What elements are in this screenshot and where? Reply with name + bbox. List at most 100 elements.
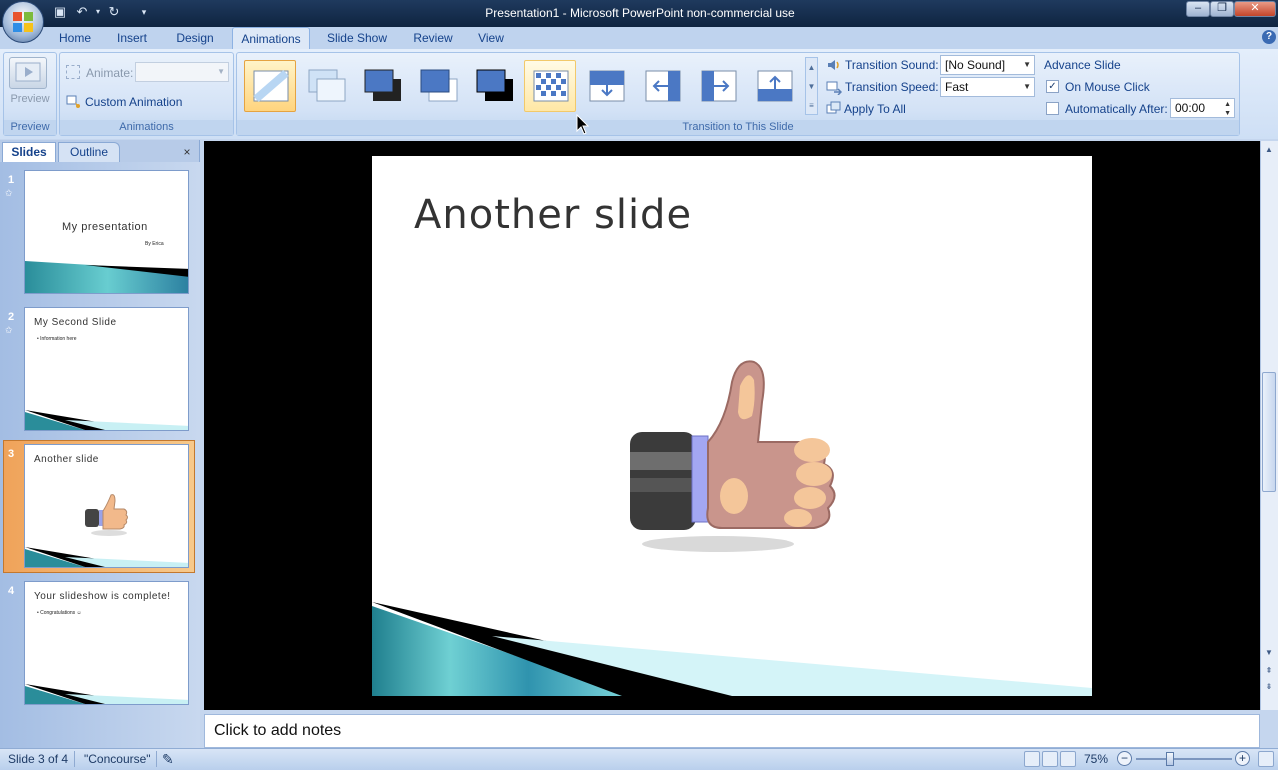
status-divider	[156, 751, 157, 767]
apply-to-all-button[interactable]: Apply To All	[844, 102, 906, 116]
fade-smoothly-icon	[308, 69, 346, 102]
tab-design[interactable]: Design	[168, 27, 222, 49]
notes-placeholder[interactable]: Click to add notes	[214, 720, 341, 742]
transition-cut[interactable]	[412, 60, 464, 112]
thumbnail-bullet: • Congratulations ☺	[37, 610, 82, 616]
fade-through-black-icon	[364, 69, 401, 101]
thumbs-up-clipart-icon[interactable]	[622, 356, 842, 556]
zoom-slider[interactable]	[1136, 758, 1232, 760]
tab-view[interactable]: View	[470, 27, 512, 49]
animation-star-icon: ✩	[5, 325, 13, 335]
slide-thumbnail-2[interactable]: My Second Slide • Information here	[24, 307, 189, 431]
slide-thumbnail-3[interactable]: Another slide	[24, 444, 189, 568]
cut-icon	[420, 69, 458, 102]
tab-home[interactable]: Home	[52, 27, 98, 49]
slide-thumbnail-4[interactable]: Your slideshow is complete! • Congratula…	[24, 581, 189, 705]
thumbnail-number: 2	[8, 311, 15, 323]
undo-dropdown-icon[interactable]: ▾	[90, 4, 106, 20]
customize-qat-icon[interactable]: ▾	[136, 4, 152, 20]
minimize-button[interactable]: –	[1186, 1, 1210, 17]
office-button[interactable]	[2, 1, 44, 43]
automatically-after-checkbox[interactable]	[1046, 102, 1059, 115]
transition-wipe-up[interactable]	[748, 60, 800, 112]
restore-button[interactable]: ❐	[1210, 1, 1234, 17]
preview-group-label: Preview	[4, 120, 56, 135]
no-transition-icon	[253, 69, 289, 103]
preview-icon[interactable]	[9, 57, 47, 89]
transition-fade-through-black[interactable]	[356, 60, 408, 112]
gallery-down-icon[interactable]: ▼	[806, 77, 817, 96]
custom-animation-button[interactable]: Custom Animation	[85, 95, 182, 109]
slide-sorter-icon[interactable]	[1042, 751, 1058, 767]
on-mouse-click-checkbox[interactable]: ✓	[1046, 80, 1059, 93]
thumbnail-number: 3	[8, 448, 15, 460]
transition-wipe-down[interactable]	[580, 60, 632, 112]
cut-through-black-icon	[476, 69, 513, 101]
zoom-in-icon[interactable]: +	[1235, 751, 1250, 766]
spinner-icon[interactable]: ▲ ▼	[1224, 100, 1231, 118]
transition-wipe-right[interactable]	[692, 60, 744, 112]
theme-name[interactable]: "Concourse"	[84, 748, 151, 770]
window-title: Presentation1 - Microsoft PowerPoint non…	[485, 6, 795, 20]
preview-button-label[interactable]: Preview	[4, 93, 56, 105]
save-icon[interactable]: ▣	[52, 4, 68, 20]
previous-slide-icon[interactable]: ⇞	[1262, 664, 1276, 678]
chevron-down-icon: ▼	[1023, 82, 1031, 91]
thumbnail-decoration	[25, 261, 188, 293]
scroll-up-icon[interactable]: ▲	[1262, 143, 1276, 157]
close-pane-icon[interactable]: ×	[180, 144, 194, 160]
spell-check-icon[interactable]: ✎	[162, 748, 174, 770]
tab-review[interactable]: Review	[406, 27, 460, 49]
tab-animations[interactable]: Animations	[232, 27, 310, 49]
slide-title[interactable]: Another slide	[414, 192, 692, 238]
redo-icon[interactable]: ↻	[106, 4, 122, 20]
transition-no-transition[interactable]	[244, 60, 296, 112]
transition-dissolve[interactable]	[524, 60, 576, 112]
thumbnail-bullet: • Information here	[37, 336, 77, 342]
zoom-level[interactable]: 75%	[1084, 748, 1108, 770]
thumbnail-number: 4	[8, 585, 15, 597]
transition-sound-dropdown[interactable]: [No Sound] ▼	[940, 55, 1035, 75]
advance-slide-title: Advance Slide	[1044, 58, 1121, 72]
tab-outline[interactable]: Outline	[58, 142, 120, 162]
slide-show-icon[interactable]	[1060, 751, 1076, 767]
normal-view-icon[interactable]	[1024, 751, 1040, 767]
gallery-up-icon[interactable]: ▲	[806, 58, 817, 77]
transition-sound-value: [No Sound]	[945, 58, 1006, 72]
scrollbar-thumb[interactable]	[1262, 372, 1276, 492]
current-slide[interactable]: Another slide	[372, 156, 1092, 696]
transition-wipe-left[interactable]	[636, 60, 688, 112]
slide-thumbnail-1[interactable]: My presentation By Erica	[24, 170, 189, 294]
gallery-more-icon[interactable]: ≡	[806, 96, 817, 115]
gallery-scroll[interactable]: ▲ ▼ ≡	[805, 57, 818, 115]
automatically-after-label: Automatically After:	[1065, 102, 1168, 116]
transition-speed-dropdown[interactable]: Fast ▼	[940, 77, 1035, 97]
automatically-after-input[interactable]: 00:00 ▲ ▼	[1170, 98, 1235, 118]
zoom-out-icon[interactable]: −	[1117, 751, 1132, 766]
transition-cut-through-black[interactable]	[468, 60, 520, 112]
thumbs-up-thumbnail-icon	[85, 494, 128, 536]
fit-to-window-icon[interactable]	[1258, 751, 1274, 767]
transition-group-label: Transition to This Slide	[237, 120, 1239, 135]
animate-dropdown[interactable]: ▼	[135, 62, 229, 82]
wipe-up-icon	[757, 70, 793, 102]
undo-icon[interactable]: ↶	[74, 4, 90, 20]
tab-insert[interactable]: Insert	[110, 27, 154, 49]
tab-slide-show[interactable]: Slide Show	[320, 27, 394, 49]
help-icon[interactable]: ?	[1262, 30, 1276, 44]
chevron-down-icon: ▼	[1023, 60, 1031, 69]
next-slide-icon[interactable]: ⇟	[1262, 680, 1276, 694]
zoom-slider-thumb[interactable]	[1166, 752, 1174, 766]
custom-animation-icon	[66, 95, 80, 108]
tab-slides[interactable]: Slides	[2, 142, 56, 162]
close-button[interactable]: ✕	[1234, 1, 1276, 17]
apply-to-all-icon	[826, 101, 841, 114]
wipe-down-icon	[589, 70, 625, 102]
scroll-down-icon[interactable]: ▼	[1262, 646, 1276, 660]
transition-fade-smoothly[interactable]	[300, 60, 352, 112]
transition-speed-value: Fast	[945, 80, 969, 94]
notes-pane[interactable]	[204, 714, 1260, 748]
status-divider	[74, 751, 75, 767]
thumbnail-subtitle: By Erica	[145, 241, 164, 247]
sound-icon	[828, 60, 839, 70]
